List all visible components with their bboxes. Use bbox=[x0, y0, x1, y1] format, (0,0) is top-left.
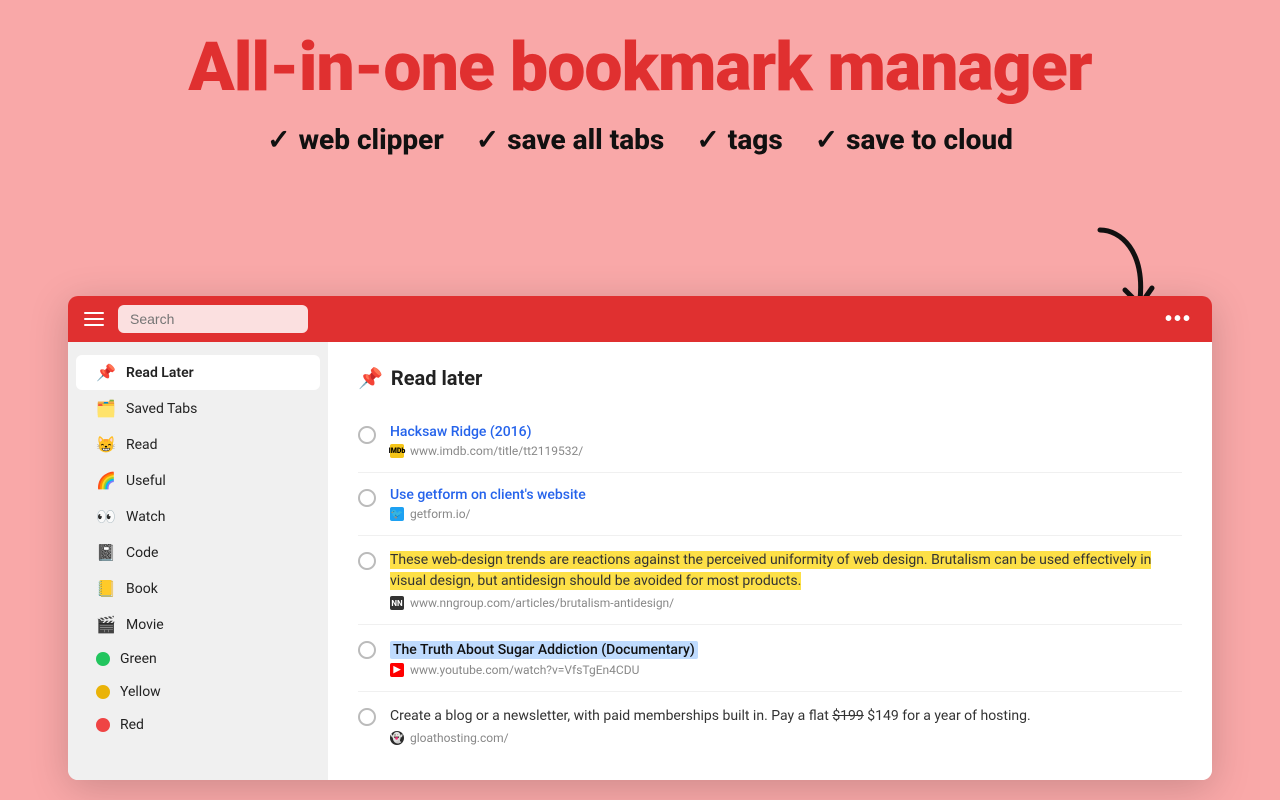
toolbar: ••• bbox=[68, 296, 1212, 342]
panel-title: 📌 Read later bbox=[358, 366, 1182, 390]
radio-hacksaw[interactable] bbox=[358, 426, 376, 444]
bookmark-content-sugar: The Truth About Sugar Addiction (Documen… bbox=[390, 639, 1182, 677]
sidebar-item-label-watch: Watch bbox=[126, 509, 165, 525]
bookmark-url-row-ghost: 👻 gloathosting.com/ bbox=[390, 731, 1182, 745]
bookmark-content-getform: Use getform on client's website 🐦 getfor… bbox=[390, 487, 1182, 521]
sidebar-item-label-saved-tabs: Saved Tabs bbox=[126, 401, 197, 417]
sidebar-item-label-book: Book bbox=[126, 581, 158, 597]
checkmark-icon-4: ✓ bbox=[815, 123, 838, 156]
feature-label-save-to-cloud: save to cloud bbox=[846, 123, 1013, 156]
bookmark-item-hacksaw: Hacksaw Ridge (2016) IMDb www.imdb.com/t… bbox=[358, 410, 1182, 473]
bookmark-url-ghost: gloathosting.com/ bbox=[410, 731, 509, 745]
highlight-brutalism: These web-design trends are reactions ag… bbox=[390, 551, 1151, 590]
bookmark-description-brutalism: These web-design trends are reactions ag… bbox=[390, 550, 1182, 592]
hero-section: All-in-one bookmark manager ✓ web clippe… bbox=[0, 0, 1280, 176]
feature-label-save-all-tabs: save all tabs bbox=[507, 123, 664, 156]
bookmark-title-sugar[interactable]: The Truth About Sugar Addiction (Documen… bbox=[390, 641, 698, 659]
bookmark-url-row-getform: 🐦 getform.io/ bbox=[390, 507, 1182, 521]
feature-label-tags: tags bbox=[728, 123, 783, 156]
red-color-dot bbox=[96, 718, 110, 732]
more-button[interactable]: ••• bbox=[1157, 304, 1200, 335]
main-content: 📌 Read Later 🗂️ Saved Tabs 😸 Read 🌈 Usef… bbox=[68, 342, 1212, 780]
feature-web-clipper: ✓ web clipper bbox=[267, 123, 444, 156]
bookmark-item-brutalism: These web-design trends are reactions ag… bbox=[358, 536, 1182, 625]
feature-label-web-clipper: web clipper bbox=[299, 123, 444, 156]
bookmark-title-hacksaw[interactable]: Hacksaw Ridge (2016) bbox=[390, 424, 1182, 440]
checkmark-icon: ✓ bbox=[267, 123, 290, 156]
bookmark-item-getform: Use getform on client's website 🐦 getfor… bbox=[358, 473, 1182, 536]
sidebar-item-yellow[interactable]: Yellow bbox=[76, 676, 320, 708]
sidebar-item-label-read-later: Read Later bbox=[126, 365, 194, 381]
code-emoji: 📓 bbox=[96, 543, 116, 562]
bookmark-description-ghost: Create a blog or a newsletter, with paid… bbox=[390, 706, 1182, 727]
yellow-color-dot bbox=[96, 685, 110, 699]
hamburger-line-2 bbox=[84, 318, 104, 320]
sidebar-item-green[interactable]: Green bbox=[76, 643, 320, 675]
bookmark-title-getform[interactable]: Use getform on client's website bbox=[390, 487, 1182, 503]
favicon-nn: NN bbox=[390, 596, 404, 610]
read-later-emoji: 📌 bbox=[96, 363, 116, 382]
sidebar-item-watch[interactable]: 👀 Watch bbox=[76, 499, 320, 534]
hero-title: All-in-one bookmark manager bbox=[20, 30, 1260, 105]
favicon-imdb: IMDb bbox=[390, 444, 404, 458]
checkmark-icon-3: ✓ bbox=[696, 123, 719, 156]
bookmark-item-ghost: Create a blog or a newsletter, with paid… bbox=[358, 692, 1182, 759]
sidebar-item-red[interactable]: Red bbox=[76, 709, 320, 741]
favicon-twitter: 🐦 bbox=[390, 507, 404, 521]
bookmark-list: Hacksaw Ridge (2016) IMDb www.imdb.com/t… bbox=[358, 410, 1182, 759]
bookmark-url-hacksaw: www.imdb.com/title/tt2119532/ bbox=[410, 444, 583, 458]
radio-brutalism[interactable] bbox=[358, 552, 376, 570]
panel-title-emoji: 📌 bbox=[358, 366, 383, 390]
sidebar-item-label-read: Read bbox=[126, 437, 158, 453]
sidebar-item-useful[interactable]: 🌈 Useful bbox=[76, 463, 320, 498]
hamburger-button[interactable] bbox=[80, 308, 108, 330]
bookmark-url-getform: getform.io/ bbox=[410, 507, 471, 521]
bookmark-content-hacksaw: Hacksaw Ridge (2016) IMDb www.imdb.com/t… bbox=[390, 424, 1182, 458]
radio-getform[interactable] bbox=[358, 489, 376, 507]
hamburger-line-3 bbox=[84, 324, 104, 326]
saved-tabs-emoji: 🗂️ bbox=[96, 399, 116, 418]
sidebar-item-movie[interactable]: 🎬 Movie bbox=[76, 607, 320, 642]
sidebar-item-label-green: Green bbox=[120, 651, 157, 667]
hamburger-line-1 bbox=[84, 312, 104, 314]
bookmark-url-row-brutalism: NN www.nngroup.com/articles/brutalism-an… bbox=[390, 596, 1182, 610]
sidebar: 📌 Read Later 🗂️ Saved Tabs 😸 Read 🌈 Usef… bbox=[68, 342, 328, 780]
favicon-youtube: ▶ bbox=[390, 663, 404, 677]
search-input[interactable] bbox=[118, 305, 308, 333]
sidebar-item-read-later[interactable]: 📌 Read Later bbox=[76, 355, 320, 390]
sidebar-item-label-useful: Useful bbox=[126, 473, 166, 489]
movie-emoji: 🎬 bbox=[96, 615, 116, 634]
feature-save-to-cloud: ✓ save to cloud bbox=[815, 123, 1013, 156]
sidebar-item-label-code: Code bbox=[126, 545, 158, 561]
bookmark-url-sugar: www.youtube.com/watch?v=VfsTgEn4CDU bbox=[410, 663, 639, 677]
read-emoji: 😸 bbox=[96, 435, 116, 454]
feature-save-all-tabs: ✓ save all tabs bbox=[476, 123, 665, 156]
book-emoji: 📒 bbox=[96, 579, 116, 598]
bookmark-content-brutalism: These web-design trends are reactions ag… bbox=[390, 550, 1182, 610]
sidebar-item-book[interactable]: 📒 Book bbox=[76, 571, 320, 606]
green-color-dot bbox=[96, 652, 110, 666]
favicon-ghost: 👻 bbox=[390, 731, 404, 745]
panel-title-text: Read later bbox=[391, 366, 482, 390]
sidebar-item-label-red: Red bbox=[120, 717, 144, 733]
watch-emoji: 👀 bbox=[96, 507, 116, 526]
radio-ghost[interactable] bbox=[358, 708, 376, 726]
bookmark-url-row-hacksaw: IMDb www.imdb.com/title/tt2119532/ bbox=[390, 444, 1182, 458]
sidebar-item-label-movie: Movie bbox=[126, 617, 164, 633]
radio-sugar[interactable] bbox=[358, 641, 376, 659]
checkmark-icon-2: ✓ bbox=[476, 123, 499, 156]
sidebar-item-label-yellow: Yellow bbox=[120, 684, 161, 700]
sidebar-item-read[interactable]: 😸 Read bbox=[76, 427, 320, 462]
useful-emoji: 🌈 bbox=[96, 471, 116, 490]
sidebar-item-code[interactable]: 📓 Code bbox=[76, 535, 320, 570]
bookmark-url-row-sugar: ▶ www.youtube.com/watch?v=VfsTgEn4CDU bbox=[390, 663, 1182, 677]
bookmark-content-ghost: Create a blog or a newsletter, with paid… bbox=[390, 706, 1182, 745]
content-panel: 📌 Read later Hacksaw Ridge (2016) IMDb w… bbox=[328, 342, 1212, 780]
bookmark-url-brutalism: www.nngroup.com/articles/brutalism-antid… bbox=[410, 596, 674, 610]
bookmark-item-sugar: The Truth About Sugar Addiction (Documen… bbox=[358, 625, 1182, 692]
hero-features: ✓ web clipper ✓ save all tabs ✓ tags ✓ s… bbox=[20, 123, 1260, 156]
app-window: ••• 📌 Read Later 🗂️ Saved Tabs 😸 Read 🌈 … bbox=[68, 296, 1212, 780]
feature-tags: ✓ tags bbox=[696, 123, 782, 156]
sidebar-item-saved-tabs[interactable]: 🗂️ Saved Tabs bbox=[76, 391, 320, 426]
